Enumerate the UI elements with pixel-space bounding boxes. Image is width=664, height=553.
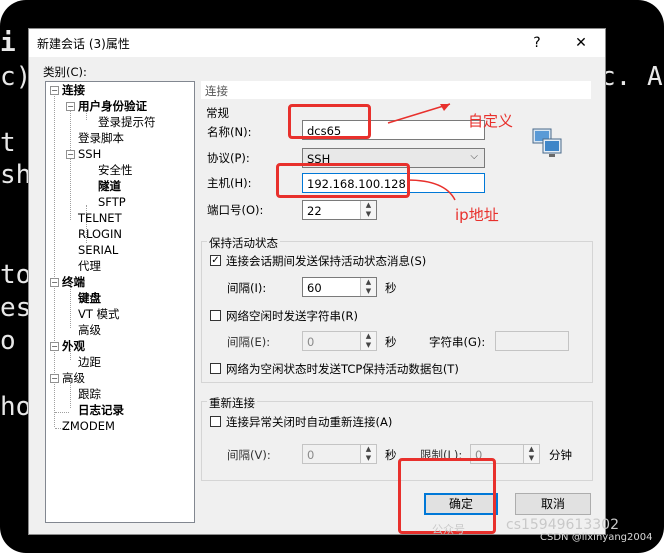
auto-reconnect-checkbox[interactable]	[210, 416, 221, 427]
tree-item-vt-mode[interactable]: VT 模式	[78, 307, 120, 321]
seconds-label: 秒	[385, 335, 397, 349]
terminal-line: ho	[0, 392, 32, 422]
protocol-label: 协议(P):	[207, 151, 250, 165]
send-string-checkbox[interactable]	[210, 310, 221, 321]
tree-item-log[interactable]: 日志记录	[78, 403, 124, 417]
reconnect-interval-input[interactable]: 0 ▲ ▼	[302, 444, 377, 464]
help-button[interactable]: ?	[523, 32, 551, 54]
collapse-icon[interactable]: −	[50, 342, 59, 351]
name-label: 名称(N):	[207, 125, 252, 139]
watermark-right: cs15949613302	[506, 517, 619, 533]
tree-item-appearance[interactable]: 外观	[62, 339, 85, 353]
tree-item-trace[interactable]: 跟踪	[78, 387, 101, 401]
tree-item-zmodem[interactable]: ZMODEM	[62, 419, 115, 433]
tree-item-proxy[interactable]: 代理	[78, 259, 101, 273]
reconnect-interval-spinner[interactable]: ▲ ▼	[360, 445, 376, 463]
tree-item-login-prompt[interactable]: 登录提示符	[98, 115, 156, 129]
collapse-icon[interactable]: −	[50, 374, 59, 383]
reconnect-group-title: 重新连接	[207, 395, 257, 411]
auto-reconnect-label: 连接异常关闭时自动重新连接(A)	[226, 415, 393, 429]
keepalive-interval-value: 60	[307, 281, 322, 295]
terminal-line: es	[0, 293, 32, 323]
tree-item-telnet[interactable]: TELNET	[78, 211, 122, 225]
terminal-line: t	[0, 128, 16, 158]
collapse-icon[interactable]: −	[50, 278, 59, 287]
annotation-ip: ip地址	[455, 206, 499, 224]
tcp-keepalive-label: 网络为空闲状态时发送TCP保持活动数据包(T)	[226, 362, 459, 376]
send-string-label: 网络空闲时发送字符串(R)	[226, 309, 358, 323]
string-input[interactable]	[495, 331, 569, 351]
watermark-left: 公众号	[432, 523, 465, 536]
keepalive-label: 连接会话期间发送保持活动状态消息(S)	[226, 254, 427, 268]
cancel-button[interactable]: 取消	[515, 493, 591, 515]
keepalive-interval-spinner[interactable]: ▲ ▼	[360, 278, 376, 296]
string-interval-spinner[interactable]: ▲ ▼	[360, 332, 376, 350]
tcp-keepalive-checkbox[interactable]	[210, 363, 221, 374]
tree-item-terminal[interactable]: 终端	[62, 275, 85, 289]
minutes-label: 分钟	[549, 448, 572, 462]
tree-item-ssh[interactable]: SSH	[78, 147, 101, 161]
collapse-icon[interactable]: −	[66, 150, 75, 159]
port-value: 22	[307, 204, 322, 218]
highlight-box-host	[276, 163, 410, 198]
terminal-line: to	[0, 260, 32, 290]
title-bar: 新建会话 (3)属性 ? ✕	[29, 29, 605, 57]
reconnect-group	[201, 401, 593, 481]
annotation-arrow	[387, 103, 451, 124]
tree-item-advanced2[interactable]: 高级	[62, 371, 85, 385]
string-interval-label: 间隔(E):	[227, 335, 271, 349]
watermark-csdn: CSDN @lixinyang2004	[540, 532, 653, 543]
keepalive-group-title: 保持活动状态	[207, 235, 280, 251]
port-input[interactable]: 22 ▲ ▼	[302, 200, 377, 220]
dialog-title: 新建会话 (3)属性	[37, 37, 130, 51]
terminal-line: sh	[0, 160, 32, 190]
tree-item-margin[interactable]: 边距	[78, 355, 101, 369]
tree-item-tunnel[interactable]: 隧道	[98, 179, 121, 193]
keepalive-checkbox[interactable]: ✓	[210, 255, 221, 266]
highlight-box-name	[288, 104, 371, 139]
tree-item-security[interactable]: 安全性	[98, 163, 133, 177]
general-group-title: 常规	[206, 106, 229, 120]
tree-item-sftp[interactable]: SFTP	[98, 195, 126, 209]
string-interval-value: 0	[307, 335, 315, 349]
category-tree: − 连接 − 用户身份验证 登录提示符 登录脚本 − SSH 安全性 隧道 SF…	[45, 81, 195, 523]
annotation-arrow	[406, 179, 456, 201]
port-label: 端口号(O):	[207, 203, 264, 217]
tree-item-login-script[interactable]: 登录脚本	[78, 131, 124, 145]
tree-item-user-auth[interactable]: 用户身份验证	[78, 99, 147, 113]
collapse-icon[interactable]: −	[50, 86, 59, 95]
collapse-icon[interactable]: −	[66, 102, 75, 111]
network-icon	[532, 128, 562, 157]
terminal-line: o	[0, 326, 16, 356]
port-spinner[interactable]: ▲ ▼	[360, 201, 376, 219]
category-label: 类别(C):	[43, 65, 87, 79]
string-label: 字符串(G):	[429, 335, 486, 349]
chevron-down-icon: ⌵	[470, 151, 478, 162]
terminal-line: c)	[0, 62, 32, 92]
tree-item-serial[interactable]: SERIAL	[78, 243, 118, 257]
terminal-right-text: c. A	[600, 62, 663, 92]
close-button[interactable]: ✕	[567, 32, 595, 54]
section-header-text: 连接	[205, 84, 228, 98]
terminal-line: i	[0, 28, 16, 58]
limit-spinner[interactable]: ▲ ▼	[523, 445, 539, 463]
section-header: 连接	[201, 81, 591, 99]
tree-item-rlogin[interactable]: RLOGIN	[78, 227, 122, 241]
seconds-label: 秒	[385, 448, 397, 462]
string-interval-input[interactable]: 0 ▲ ▼	[302, 331, 377, 351]
tree-item-advanced[interactable]: 高级	[78, 323, 101, 337]
keepalive-interval-input[interactable]: 60 ▲ ▼	[302, 277, 377, 297]
tree-item-connection[interactable]: 连接	[62, 83, 85, 97]
tree-item-keyboard[interactable]: 键盘	[78, 291, 101, 305]
annotation-custom: 自定义	[468, 112, 514, 130]
host-label: 主机(H):	[207, 176, 252, 190]
keepalive-interval-label: 间隔(I):	[227, 281, 267, 295]
reconnect-interval-value: 0	[307, 448, 315, 462]
reconnect-interval-label: 间隔(V):	[227, 448, 271, 462]
seconds-label: 秒	[385, 281, 397, 295]
